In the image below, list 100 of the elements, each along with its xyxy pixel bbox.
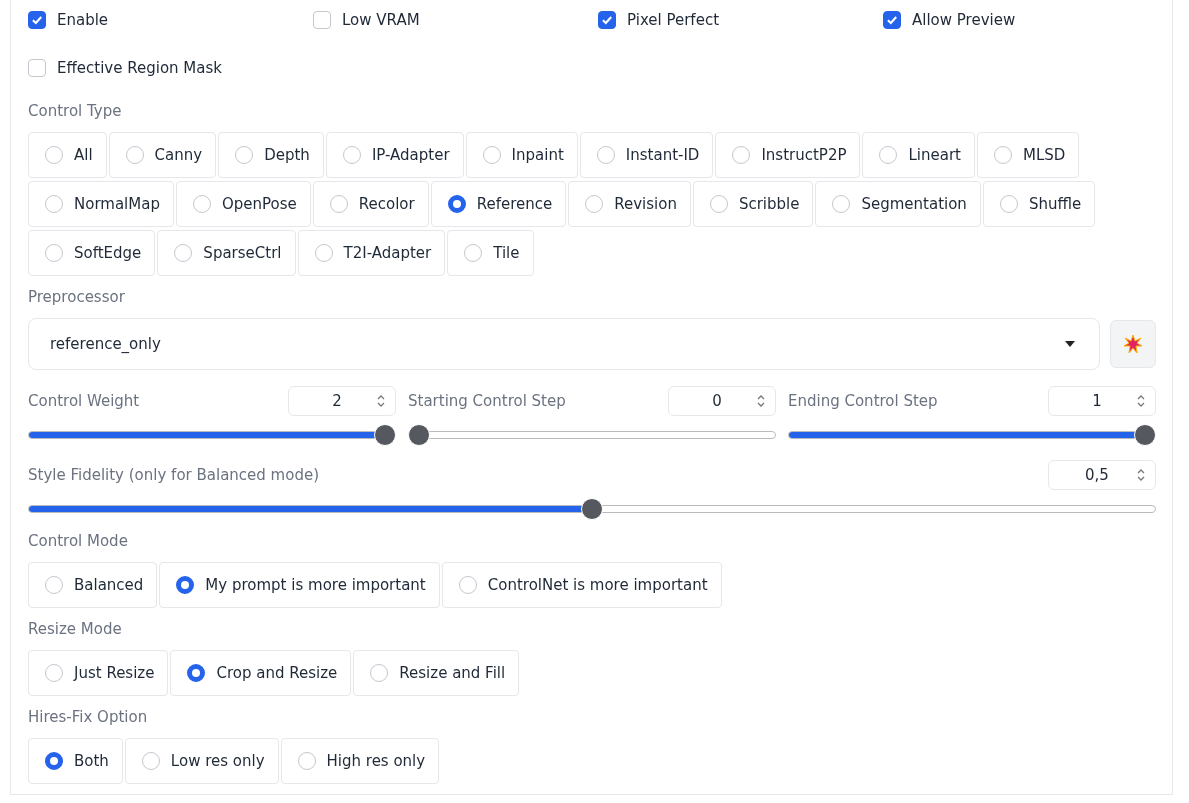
radio-label: Depth: [264, 146, 310, 164]
checkbox[interactable]: [883, 11, 901, 29]
radio-option[interactable]: Both: [28, 738, 123, 784]
radio-button[interactable]: [999, 195, 1018, 213]
radio-button[interactable]: [370, 664, 389, 682]
number-input[interactable]: 0: [668, 386, 776, 416]
section-label: Control Mode: [28, 532, 129, 550]
radio-label: T2I-Adapter: [343, 244, 432, 262]
radio-label: All: [74, 146, 93, 164]
slider[interactable]: [28, 424, 396, 446]
radio-option[interactable]: Segmentation: [815, 181, 981, 227]
radio-button[interactable]: [464, 244, 483, 262]
slider[interactable]: [788, 424, 1156, 446]
radio-option[interactable]: Crop and Resize: [170, 650, 352, 696]
number-input[interactable]: 2: [288, 386, 396, 416]
slider-thumb[interactable]: [374, 424, 396, 446]
radio-label: Canny: [154, 146, 203, 164]
radio-label: My prompt is more important: [205, 576, 426, 594]
checkbox-label: Pixel Perfect: [627, 11, 719, 29]
radio-button[interactable]: [235, 146, 254, 164]
radio-option[interactable]: Instant-ID: [579, 132, 714, 178]
radio-button[interactable]: [187, 664, 206, 682]
radio-button[interactable]: [458, 576, 477, 594]
radio-button[interactable]: [45, 664, 63, 682]
radio-option[interactable]: Shuffle: [982, 181, 1096, 227]
number-input[interactable]: 0,5: [1048, 460, 1156, 490]
burst-icon: [1123, 334, 1143, 354]
radio-button[interactable]: [176, 576, 195, 594]
checkbox[interactable]: [28, 59, 46, 77]
slider-label: Style Fidelity (only for Balanced mode): [28, 466, 319, 484]
radio-button[interactable]: [174, 244, 193, 262]
checkbox[interactable]: [313, 11, 331, 29]
slider[interactable]: [408, 424, 776, 446]
radio-button[interactable]: [994, 146, 1012, 164]
radio-button[interactable]: [329, 195, 348, 213]
radio-label: High res only: [326, 752, 426, 770]
radio-button[interactable]: [585, 195, 604, 213]
radio-button[interactable]: [45, 195, 63, 213]
radio-button[interactable]: [192, 195, 211, 213]
radio-button[interactable]: [832, 195, 851, 213]
radio-button[interactable]: [732, 146, 751, 164]
radio-option[interactable]: ControlNet is more important: [441, 562, 722, 608]
radio-label: Scribble: [738, 195, 800, 213]
radio-option[interactable]: My prompt is more important: [159, 562, 440, 608]
radio-option[interactable]: OpenPose: [175, 181, 311, 227]
radio-label: Crop and Resize: [216, 664, 338, 682]
radio-label: Balanced: [74, 576, 144, 594]
radio-option[interactable]: Tile: [447, 230, 534, 276]
radio-option[interactable]: High res only: [280, 738, 440, 784]
radio-label: Both: [74, 752, 109, 770]
radio-option[interactable]: NormalMap: [28, 181, 174, 227]
radio-button[interactable]: [709, 195, 728, 213]
checkbox[interactable]: [28, 11, 46, 29]
radio-option[interactable]: Reference: [430, 181, 567, 227]
radio-option[interactable]: SparseCtrl: [157, 230, 296, 276]
radio-option[interactable]: Recolor: [312, 181, 429, 227]
slider[interactable]: [28, 498, 1156, 520]
radio-option[interactable]: Canny: [108, 132, 217, 178]
radio-label: Inpaint: [511, 146, 564, 164]
slider-thumb[interactable]: [408, 424, 430, 446]
radio-option[interactable]: Resize and Fill: [353, 650, 520, 696]
radio-button[interactable]: [447, 195, 466, 213]
number-input[interactable]: 1: [1048, 386, 1156, 416]
radio-button[interactable]: [482, 146, 501, 164]
radio-option[interactable]: Revision: [568, 181, 691, 227]
radio-button[interactable]: [342, 146, 361, 164]
radio-label: Low res only: [170, 752, 265, 770]
radio-option[interactable]: Depth: [218, 132, 324, 178]
radio-option[interactable]: SoftEdge: [28, 230, 156, 276]
radio-button[interactable]: [596, 146, 615, 164]
checkbox[interactable]: [598, 11, 616, 29]
radio-option[interactable]: All: [28, 132, 107, 178]
radio-option[interactable]: Balanced: [28, 562, 158, 608]
radio-button[interactable]: [45, 146, 63, 164]
slider-thumb[interactable]: [1134, 424, 1156, 446]
radio-button[interactable]: [45, 244, 63, 262]
radio-option[interactable]: Low res only: [124, 738, 279, 784]
radio-option[interactable]: InstructP2P: [715, 132, 861, 178]
radio-button[interactable]: [879, 146, 898, 164]
radio-button[interactable]: [45, 752, 63, 770]
radio-option[interactable]: MLSD: [977, 132, 1080, 178]
radio-button[interactable]: [141, 752, 160, 770]
radio-button[interactable]: [297, 752, 316, 770]
section-label: Resize Mode: [28, 620, 123, 638]
radio-option[interactable]: Inpaint: [465, 132, 578, 178]
radio-option[interactable]: Scribble: [692, 181, 814, 227]
radio-button[interactable]: [45, 576, 63, 594]
radio-option[interactable]: IP-Adapter: [325, 132, 464, 178]
radio-option[interactable]: Just Resize: [28, 650, 169, 696]
radio-option[interactable]: Lineart: [862, 132, 975, 178]
radio-label: ControlNet is more important: [487, 576, 708, 594]
run-preprocessor-button[interactable]: [1110, 320, 1156, 368]
radio-label: Recolor: [358, 195, 415, 213]
radio-label: MLSD: [1023, 146, 1066, 164]
radio-button[interactable]: [314, 244, 333, 262]
radio-button[interactable]: [125, 146, 144, 164]
radio-option[interactable]: T2I-Adapter: [297, 230, 446, 276]
checkmark-icon: [30, 13, 44, 27]
slider-thumb[interactable]: [581, 498, 603, 520]
preprocessor-dropdown[interactable]: reference_only: [28, 318, 1100, 370]
